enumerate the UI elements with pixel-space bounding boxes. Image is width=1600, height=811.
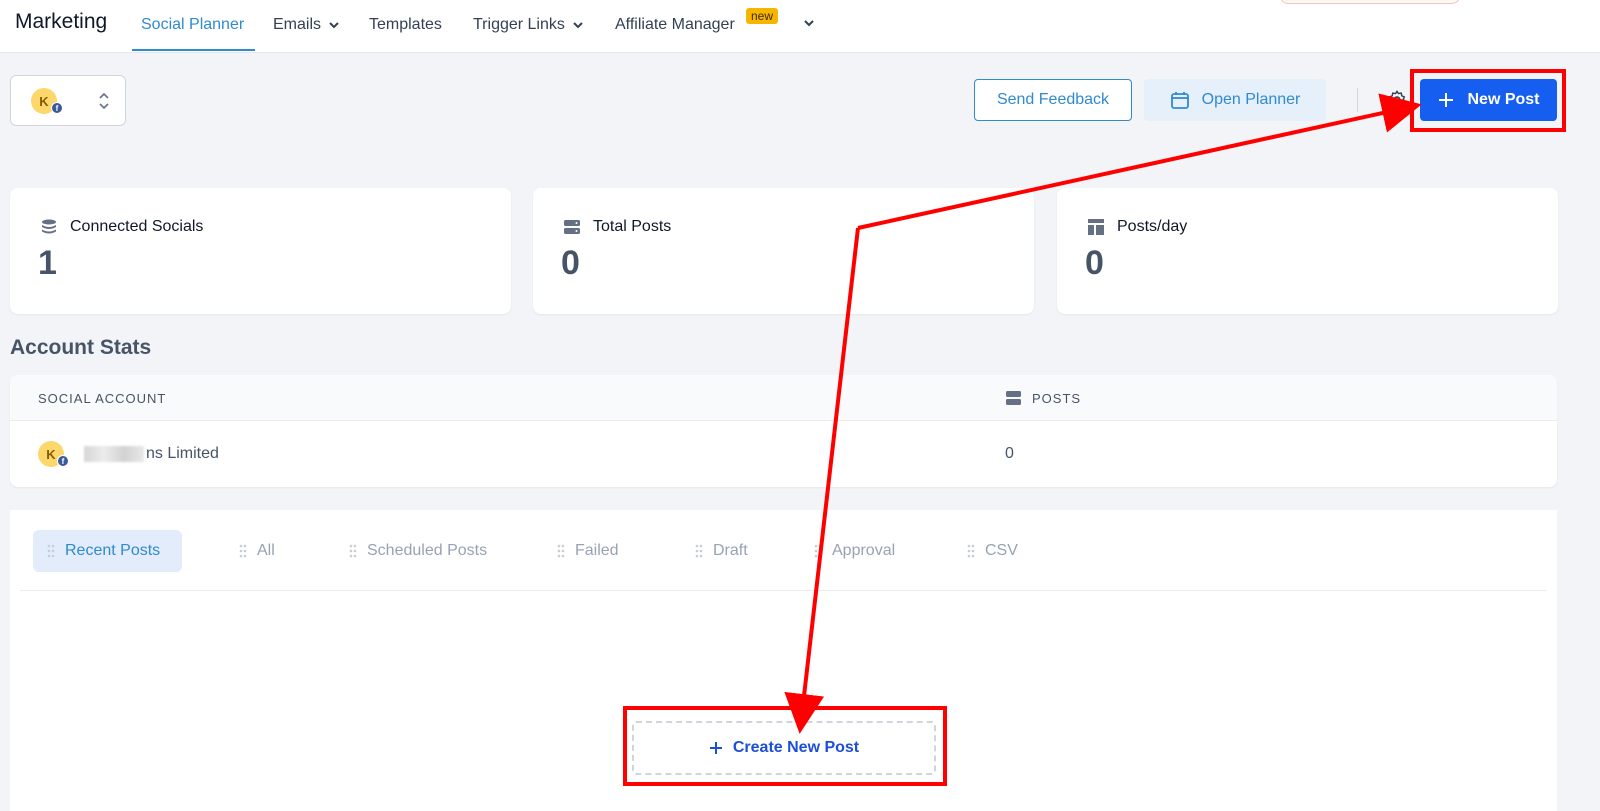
stat-card-total-posts: Total Posts 0 xyxy=(533,188,1034,314)
highlight-box-create-new-post xyxy=(623,706,947,786)
tab-failed[interactable]: Failed xyxy=(557,530,619,572)
drag-handle-icon xyxy=(695,544,703,558)
nav-emails-label: Emails xyxy=(273,16,322,33)
drag-handle-icon xyxy=(47,544,55,558)
tab-all[interactable]: All xyxy=(239,530,275,572)
account-stats-title: Account Stats xyxy=(10,336,152,359)
facebook-icon-glyph: f xyxy=(55,103,59,113)
facebook-icon: f xyxy=(51,102,63,114)
tab-label: Approval xyxy=(832,542,896,559)
nav-templates-label: Templates xyxy=(369,16,442,33)
drag-handle-icon xyxy=(814,544,822,558)
chevron-down-icon xyxy=(573,22,583,29)
nav-emails[interactable]: Emails xyxy=(273,16,341,34)
account-stats-table: SOCIAL ACCOUNT POSTS K f ns Limited 0 xyxy=(10,375,1557,487)
calendar-icon xyxy=(1170,92,1189,109)
database-icon xyxy=(42,219,56,234)
stat-value: 1 xyxy=(38,244,57,282)
nav-more-dropdown[interactable] xyxy=(802,16,816,30)
layout-icon xyxy=(1088,219,1104,235)
top-navigation: Marketing Social Planner Emails Template… xyxy=(0,0,1600,53)
new-badge: new xyxy=(746,8,779,24)
stat-card-connected-socials: Connected Socials 1 xyxy=(10,188,511,314)
server-icon xyxy=(1006,391,1021,405)
column-header-posts: POSTS xyxy=(1032,391,1082,406)
stat-value: 0 xyxy=(561,244,580,282)
tab-label: Draft xyxy=(713,542,748,559)
open-planner-button[interactable]: Open Planner xyxy=(1144,79,1326,121)
gear-icon[interactable] xyxy=(1386,89,1408,111)
top-notice-pill[interactable] xyxy=(1280,0,1460,4)
nav-templates[interactable]: Templates xyxy=(369,16,442,34)
send-feedback-button[interactable]: Send Feedback xyxy=(974,79,1132,121)
chevron-down-icon xyxy=(804,20,814,27)
account-post-count: 0 xyxy=(1005,445,1014,462)
highlight-box-new-post xyxy=(1410,69,1566,132)
chevron-down-icon xyxy=(329,22,339,29)
tab-draft[interactable]: Draft xyxy=(695,530,748,572)
avatar-initial: K xyxy=(39,93,49,109)
stat-card-posts-per-day: Posts/day 0 xyxy=(1057,188,1558,314)
tab-csv[interactable]: CSV xyxy=(967,530,1018,572)
redacted-text xyxy=(84,446,144,462)
facebook-icon-glyph: f xyxy=(61,456,65,466)
nav-affiliate-manager[interactable]: Affiliate Manager xyxy=(615,16,735,34)
nav-trigger-links[interactable]: Trigger Links xyxy=(473,16,585,34)
tab-approval[interactable]: Approval xyxy=(814,530,895,572)
open-planner-label: Open Planner xyxy=(1201,91,1301,108)
tab-label: All xyxy=(257,542,275,559)
nav-social-planner[interactable]: Social Planner xyxy=(141,16,244,34)
stat-value: 0 xyxy=(1085,244,1104,282)
divider xyxy=(1357,88,1358,112)
tab-scheduled-posts[interactable]: Scheduled Posts xyxy=(349,530,487,572)
active-tab-underline xyxy=(132,49,255,51)
table-header: SOCIAL ACCOUNT POSTS xyxy=(10,375,1557,421)
tab-recent-posts[interactable]: Recent Posts xyxy=(33,530,182,572)
avatar-initial: K xyxy=(46,446,56,462)
tab-label: Recent Posts xyxy=(65,542,161,559)
drag-handle-icon xyxy=(239,544,247,558)
tab-label: Failed xyxy=(575,542,619,559)
drag-handle-icon xyxy=(349,544,357,558)
server-icon xyxy=(564,220,580,234)
tabs-divider xyxy=(20,590,1547,591)
app-title: Marketing xyxy=(15,10,108,33)
drag-handle-icon xyxy=(967,544,975,558)
account-name: ns Limited xyxy=(146,445,219,462)
stat-label: Posts/day xyxy=(1117,218,1188,235)
tab-label: CSV xyxy=(985,542,1018,559)
drag-handle-icon xyxy=(557,544,565,558)
column-header-social-account: SOCIAL ACCOUNT xyxy=(38,391,167,406)
nav-trigger-links-label: Trigger Links xyxy=(473,16,565,33)
stat-label: Connected Socials xyxy=(70,218,204,235)
facebook-icon: f xyxy=(57,455,69,467)
nav-social-planner-label: Social Planner xyxy=(141,16,245,33)
chevron-up-down-icon xyxy=(99,92,109,110)
nav-affiliate-manager-label: Affiliate Manager xyxy=(615,16,735,33)
tab-label: Scheduled Posts xyxy=(367,542,488,559)
stat-label: Total Posts xyxy=(593,218,672,235)
account-switcher[interactable]: K f xyxy=(10,75,126,126)
